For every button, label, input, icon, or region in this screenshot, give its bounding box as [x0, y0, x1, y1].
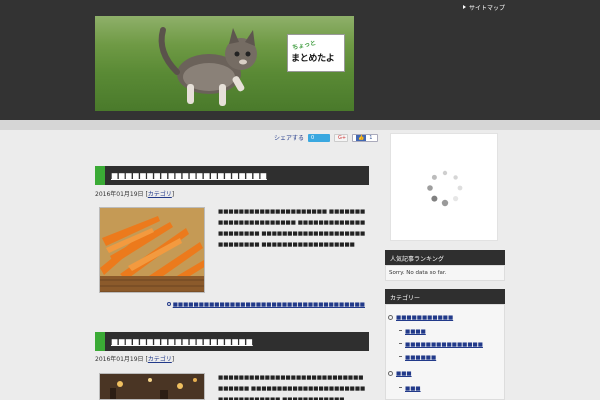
post-meta: 2016年01月19日 [カテゴリ]: [95, 191, 175, 198]
sitemap-link[interactable]: サイトマップ: [462, 3, 505, 12]
share-buttons: シェアする 0 G+ 👍 1: [274, 133, 379, 142]
tweet-button[interactable]: 0: [308, 133, 331, 142]
sitemap-link-label: サイトマップ: [468, 5, 505, 12]
facebook-like-button[interactable]: 👍 1: [352, 133, 379, 142]
city-lights-image: [100, 374, 204, 399]
logo-title: まとめたよ: [291, 54, 335, 64]
dash-icon: [399, 330, 402, 331]
dash-icon: [399, 356, 402, 357]
category-item[interactable]: ■■■■■■■■■■■: [388, 315, 453, 321]
loading-widget: [390, 133, 498, 241]
site-logo-banner[interactable]: ちょっと まとめたよ: [95, 16, 354, 111]
site-logo: ちょっと まとめたよ: [287, 34, 345, 72]
post-title-link[interactable]: ■■■■■■■■■■■■■■■■■■■■: [111, 337, 253, 346]
category-item[interactable]: ■■■■■■■■■■■■■■■: [399, 342, 483, 348]
ranking-empty-text: Sorry. No data so far.: [389, 270, 447, 276]
post-title-bar[interactable]: ■■■■■■■■■■■■■■■■■■■■■■: [95, 166, 369, 185]
carrots-image: [100, 208, 204, 292]
ranking-widget: Sorry. No data so far.: [385, 265, 505, 281]
post-thumbnail[interactable]: [99, 207, 205, 293]
post-title-bar[interactable]: ■■■■■■■■■■■■■■■■■■■■: [95, 332, 369, 351]
ranking-widget-title: 人気記事ランキング: [385, 250, 505, 265]
category-item[interactable]: ■■■: [399, 386, 421, 392]
post-meta: 2016年01月19日 [カテゴリ]: [95, 356, 175, 363]
post-category-link[interactable]: カテゴリ: [148, 191, 172, 198]
logo-small-text: ちょっと: [291, 39, 317, 52]
loading-spinner-icon: [427, 170, 463, 207]
category-label: ■■■■■■■■■■■■■■■: [405, 342, 483, 348]
post-excerpt: ■■■■■■■■■■■■■■■■■■■■■■■■■■■■■■■■■■ ■■■■■…: [218, 375, 366, 400]
category-item[interactable]: ■■■■: [399, 329, 426, 335]
thumbs-up-icon: 👍: [356, 134, 367, 141]
post-title-link[interactable]: ■■■■■■■■■■■■■■■■■■■■■■: [111, 171, 267, 180]
bullet-icon: [166, 302, 171, 306]
post-excerpt: ■■■■■■■■■■■■■■■■■■■■■ ■■■■■■■■■■■■■■■■■■…: [218, 209, 366, 248]
dash-icon: [399, 387, 402, 388]
category-label: ■■■■■■■■■■■: [396, 315, 454, 321]
bullet-icon: [388, 315, 393, 320]
category-label: ■■■■■■: [405, 355, 437, 361]
tweet-count: 0: [311, 134, 315, 141]
category-item[interactable]: ■■■: [388, 371, 412, 377]
category-label: ■■■: [405, 386, 421, 392]
post-thumbnail[interactable]: [99, 373, 205, 400]
category-widget-title: カテゴリー: [385, 289, 505, 304]
read-more-link[interactable]: ■■■■■■■■■■■■■■■■■■■■■■■■■■■■■■■■■■■■■: [166, 302, 365, 308]
post-date: 2016年01月19日: [95, 191, 144, 198]
kitten-image: [158, 27, 257, 106]
category-label: ■■■: [396, 371, 412, 377]
post-date: 2016年01月19日: [95, 356, 144, 363]
header-divider: [0, 120, 600, 130]
facebook-like-count: 1: [369, 134, 373, 141]
triangle-right-icon: [462, 5, 466, 9]
dash-icon: [399, 343, 402, 344]
google-plus-icon: G+: [338, 134, 347, 141]
post-category-link[interactable]: カテゴリ: [148, 356, 172, 363]
bullet-icon: [388, 371, 393, 376]
share-label: シェアする: [274, 135, 305, 142]
category-label: ■■■■: [405, 329, 426, 335]
category-item[interactable]: ■■■■■■: [399, 355, 436, 361]
read-more-label: ■■■■■■■■■■■■■■■■■■■■■■■■■■■■■■■■■■■■■: [172, 302, 365, 308]
google-plus-button[interactable]: G+: [334, 133, 349, 142]
